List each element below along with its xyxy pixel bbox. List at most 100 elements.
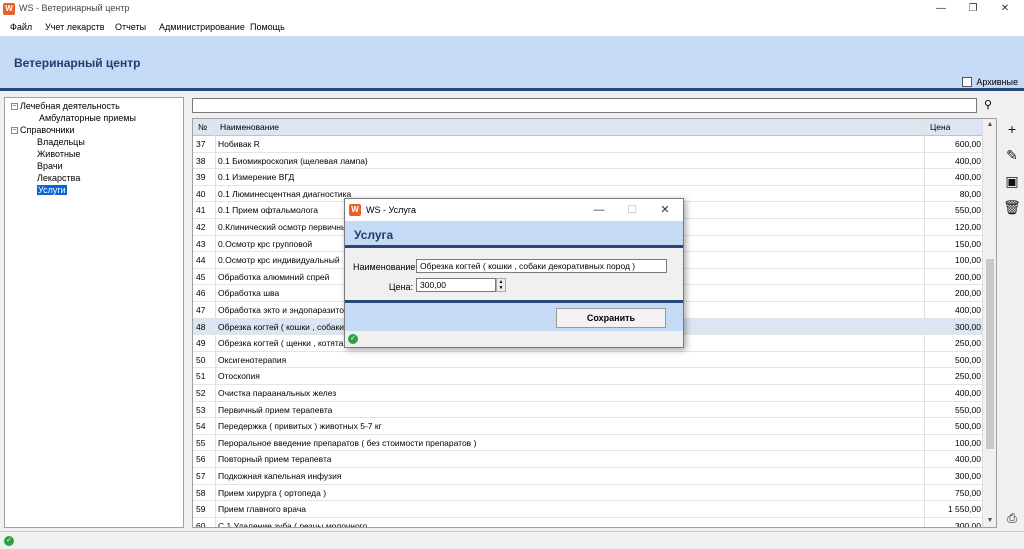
row-price: 550,00 xyxy=(955,205,981,216)
table-row[interactable]: 39 0.1 Измерение ВГД 400,00 xyxy=(193,169,983,186)
menu-bar: Файл Учет лекарств Отчеты Администрирова… xyxy=(0,18,1024,36)
row-name: Пероральное введение препаратов ( без ст… xyxy=(218,437,477,448)
row-name: Повторный прием терапевта xyxy=(218,454,332,465)
menu-medicine[interactable]: Учет лекарств xyxy=(45,22,105,32)
row-price: 250,00 xyxy=(955,371,981,382)
column-number[interactable]: № xyxy=(198,122,207,132)
column-name[interactable]: Наименование xyxy=(220,122,279,132)
row-number: 38 xyxy=(196,155,206,166)
table-row[interactable]: 60 С.1 Удаление зуба ( резцы молочного 300… xyxy=(193,518,983,528)
table-row[interactable]: 38 0.1 Биомикроскопия (щелевая лампа) 400,… xyxy=(193,153,983,170)
save-button[interactable]: Сохранить xyxy=(556,308,666,328)
table-row[interactable]: 51 Отоскопия 250,00 xyxy=(193,368,983,385)
row-number: 48 xyxy=(196,321,206,332)
window-title: WS - Ветеринарный центр xyxy=(19,3,130,13)
row-name: Обрезка когтей ( щенки , котята xyxy=(218,338,344,349)
name-label: Наименование: xyxy=(353,262,418,272)
archive-checkbox[interactable]: Архивные xyxy=(962,77,1018,87)
edit-button[interactable]: ✎ xyxy=(1002,145,1022,165)
maximize-icon: ☐ xyxy=(627,204,637,216)
table-row[interactable]: 56 Повторный прием терапевта 400,00 xyxy=(193,451,983,468)
row-number: 45 xyxy=(196,271,206,282)
tree-node-owners[interactable]: Владельцы xyxy=(37,137,85,147)
dialog-status-ok-icon: ✓ xyxy=(348,334,358,344)
close-icon[interactable]: ✕ xyxy=(651,202,679,218)
menu-help[interactable]: Помощь xyxy=(250,22,285,32)
restore-icon[interactable]: ❐ xyxy=(958,1,988,17)
scroll-up-icon[interactable]: ▲ xyxy=(983,119,996,131)
vertical-scrollbar[interactable]: ▲ ▼ xyxy=(982,119,996,527)
tree-node-services[interactable]: Услуги xyxy=(37,185,67,195)
tree-node-animals[interactable]: Животные xyxy=(37,149,80,159)
price-stepper[interactable]: ▲ ▼ xyxy=(496,278,506,292)
navigation-tree: − Лечебная деятельность Амбулаторные прие… xyxy=(4,97,184,528)
search-icon[interactable]: ⚲ xyxy=(979,98,997,113)
row-name: Подкожная капельная инфузия xyxy=(218,471,342,481)
delete-button[interactable]: 🗑 xyxy=(1002,197,1022,217)
tree-node-references[interactable]: − Справочники xyxy=(11,125,75,135)
menu-reports[interactable]: Отчеты xyxy=(115,22,146,32)
table-row[interactable]: 54 Передержка ( привитых ) животных 5-7 к… xyxy=(193,418,983,435)
plus-icon: + xyxy=(1007,121,1017,137)
menu-file[interactable]: Файл xyxy=(10,22,32,32)
row-price: 120,00 xyxy=(955,222,981,232)
row-name: 0.1 Биомикроскопия (щелевая лампа) xyxy=(218,155,368,166)
dialog-title: WS - Услуга xyxy=(366,205,416,215)
row-price: 500,00 xyxy=(955,354,981,365)
minimize-icon[interactable]: — xyxy=(926,1,956,17)
tree-node-doctors[interactable]: Врачи xyxy=(37,161,63,171)
row-price: 600,00 xyxy=(955,139,981,149)
row-number: 57 xyxy=(196,471,206,481)
add-button[interactable]: + xyxy=(1002,119,1022,139)
scroll-down-icon[interactable]: ▼ xyxy=(983,515,996,527)
app-logo-icon: W xyxy=(349,204,361,216)
column-price[interactable]: Цена xyxy=(930,122,950,132)
price-label: Цена: xyxy=(388,282,413,292)
archive-button[interactable]: ▣ xyxy=(1002,171,1022,191)
row-number: 42 xyxy=(196,222,206,232)
table-row[interactable]: 55 Пероральное введение препаратов ( без … xyxy=(193,435,983,452)
table-row[interactable]: 58 Прием хирурга ( ортопеда ) 750,00 xyxy=(193,485,983,502)
close-icon[interactable]: ✕ xyxy=(990,1,1020,17)
archive-label: Архивные xyxy=(976,77,1018,87)
table-row[interactable]: 57 Подкожная капельная инфузия 300,00 xyxy=(193,468,983,485)
tree-node-appointments[interactable]: Амбулаторные приемы xyxy=(39,113,136,123)
table-row[interactable]: 59 Прием главного врача 1 550,00 xyxy=(193,501,983,518)
name-field[interactable]: Обрезка когтей ( кошки , собаки декорати… xyxy=(416,259,667,273)
tree-node-medicines[interactable]: Лекарства xyxy=(37,173,80,183)
window-titlebar: W WS - Ветеринарный центр — ❐ ✕ xyxy=(0,0,1024,18)
row-number: 54 xyxy=(196,421,206,432)
tree-node-treatment[interactable]: − Лечебная деятельность xyxy=(11,101,120,111)
table-row[interactable]: 37 Нобивак R 600,00 xyxy=(193,136,983,153)
row-name: 0.1 Прием офтальмолога xyxy=(218,205,318,216)
dialog-footer: Сохранить xyxy=(345,300,683,331)
pencil-icon: ✎ xyxy=(1006,147,1018,163)
dialog-heading: Услуга xyxy=(354,228,394,242)
table-row[interactable]: 53 Первичный прием терапевта 550,00 xyxy=(193,402,983,419)
price-field[interactable]: 300,00 xyxy=(416,278,496,292)
row-price: 300,00 xyxy=(955,321,981,332)
row-name: Отоскопия xyxy=(218,371,260,382)
collapse-icon[interactable]: − xyxy=(11,127,18,135)
collapse-icon[interactable]: − xyxy=(11,103,18,111)
table-row[interactable]: 52 Очистка параанальных желез 400,00 xyxy=(193,385,983,402)
row-number: 49 xyxy=(196,338,206,349)
row-number: 51 xyxy=(196,371,206,382)
table-row[interactable]: 50 Оксигенотерапия 500,00 xyxy=(193,352,983,369)
row-price: 400,00 xyxy=(955,172,981,183)
row-name: Нобивак R xyxy=(218,139,260,149)
scrollbar-thumb[interactable] xyxy=(986,259,994,449)
minimize-icon[interactable]: — xyxy=(585,202,613,218)
row-price: 400,00 xyxy=(955,454,981,465)
row-price: 750,00 xyxy=(955,487,981,498)
page-header: Ветеринарный центр Архивные xyxy=(0,36,1024,91)
search-input[interactable] xyxy=(192,98,977,113)
row-name: Первичный прием терапевта xyxy=(218,404,333,415)
row-price: 300,00 xyxy=(955,520,981,528)
checkbox-icon[interactable] xyxy=(962,77,973,87)
print-button[interactable]: ⎙ xyxy=(1002,508,1022,528)
menu-admin[interactable]: Администрирование xyxy=(159,22,245,32)
row-name: Оксигенотерапия xyxy=(218,354,287,365)
row-price: 1 550,00 xyxy=(947,504,981,515)
row-price: 80,00 xyxy=(959,188,981,199)
